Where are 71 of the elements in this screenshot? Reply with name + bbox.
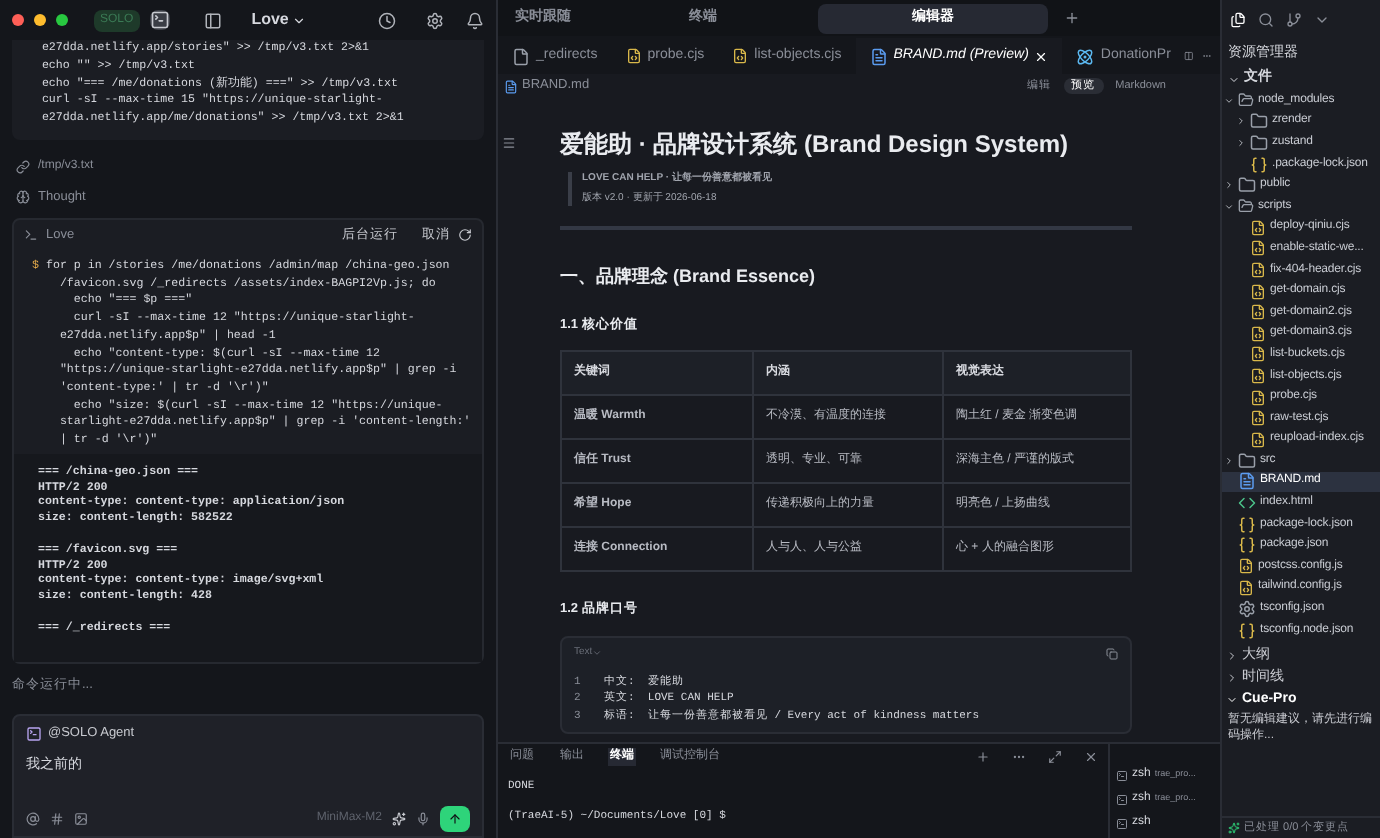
sidebar-toggle-icon[interactable] xyxy=(203,11,222,29)
section-heading: 一、品牌理念 (Brand Essence) xyxy=(560,264,818,290)
new-terminal-icon[interactable] xyxy=(976,750,990,764)
history-icon[interactable] xyxy=(378,11,396,29)
arrow-up-icon xyxy=(448,812,462,826)
branch-icon[interactable] xyxy=(1286,12,1302,28)
braces-icon xyxy=(1238,536,1256,555)
caret-icon xyxy=(592,648,603,659)
send-button[interactable] xyxy=(440,806,470,832)
script-file-icon xyxy=(1250,219,1266,236)
braces-icon xyxy=(1238,515,1256,534)
terminal-icon[interactable] xyxy=(149,10,170,30)
project-selector[interactable]: Love xyxy=(251,8,307,32)
terminal-icon xyxy=(1116,769,1128,781)
split-editor-icon[interactable] xyxy=(1184,48,1195,64)
script-file-icon xyxy=(1250,368,1266,385)
folder-icon xyxy=(1238,176,1256,195)
folder-icon xyxy=(1238,451,1256,470)
atom-icon xyxy=(1076,47,1095,65)
microphone-icon[interactable] xyxy=(416,812,430,826)
outline-toggle-icon[interactable] xyxy=(502,136,516,150)
chevron-down-icon xyxy=(1226,693,1238,706)
link-icon xyxy=(16,160,30,175)
image-icon[interactable] xyxy=(74,812,88,826)
script-file-icon xyxy=(1250,325,1266,342)
script-file-icon xyxy=(1250,410,1266,427)
sparkle-icon xyxy=(1228,822,1240,834)
search-icon[interactable] xyxy=(1258,12,1274,28)
copy-icon[interactable] xyxy=(1106,647,1118,660)
script-file-icon xyxy=(1250,240,1266,257)
chevron-down-icon xyxy=(1224,201,1234,212)
caret-icon xyxy=(292,13,307,27)
file-icon xyxy=(512,47,530,65)
notification-icon[interactable] xyxy=(466,11,484,29)
script-file-icon xyxy=(1238,558,1254,575)
terminal-icon xyxy=(1116,793,1128,805)
chevron-down-icon[interactable] xyxy=(1314,12,1330,28)
braces-icon xyxy=(1250,155,1268,174)
hash-icon[interactable] xyxy=(50,812,64,826)
folder-icon xyxy=(1238,92,1254,109)
script-file-icon xyxy=(625,48,642,64)
document-title: 爱能助 · 品牌设计系统 (Brand Design System) xyxy=(560,128,1071,162)
folder-icon xyxy=(1250,112,1268,131)
script-file-icon xyxy=(1250,431,1266,448)
maximize-icon[interactable] xyxy=(1048,750,1062,764)
script-file-icon xyxy=(1250,389,1266,406)
script-file-icon xyxy=(1250,283,1266,300)
settings-icon[interactable] xyxy=(426,11,444,29)
gear-icon xyxy=(1238,600,1256,619)
script-file-icon xyxy=(1238,579,1254,596)
loading-spinner-icon xyxy=(458,228,472,243)
script-file-icon xyxy=(1250,262,1266,279)
more-icon[interactable] xyxy=(1012,750,1026,764)
chevron-right-icon xyxy=(1224,180,1234,191)
script-file-icon xyxy=(1250,346,1266,363)
folder-icon xyxy=(1250,133,1268,152)
document-icon xyxy=(869,47,888,65)
terminal-icon xyxy=(24,228,38,243)
chevron-right-icon xyxy=(1224,455,1234,466)
folder-icon xyxy=(1238,198,1254,215)
script-file-icon xyxy=(732,48,749,64)
braces-icon xyxy=(1238,621,1256,640)
document-icon xyxy=(1238,472,1256,491)
sparkle-icon[interactable] xyxy=(392,812,406,826)
terminal-icon xyxy=(1116,817,1128,829)
explorer-icon[interactable] xyxy=(1230,12,1246,28)
script-file-icon xyxy=(1250,304,1266,321)
document-icon xyxy=(504,79,518,93)
mention-icon[interactable] xyxy=(26,812,40,826)
code-icon xyxy=(1238,494,1256,513)
add-tab-icon[interactable] xyxy=(1064,10,1080,26)
